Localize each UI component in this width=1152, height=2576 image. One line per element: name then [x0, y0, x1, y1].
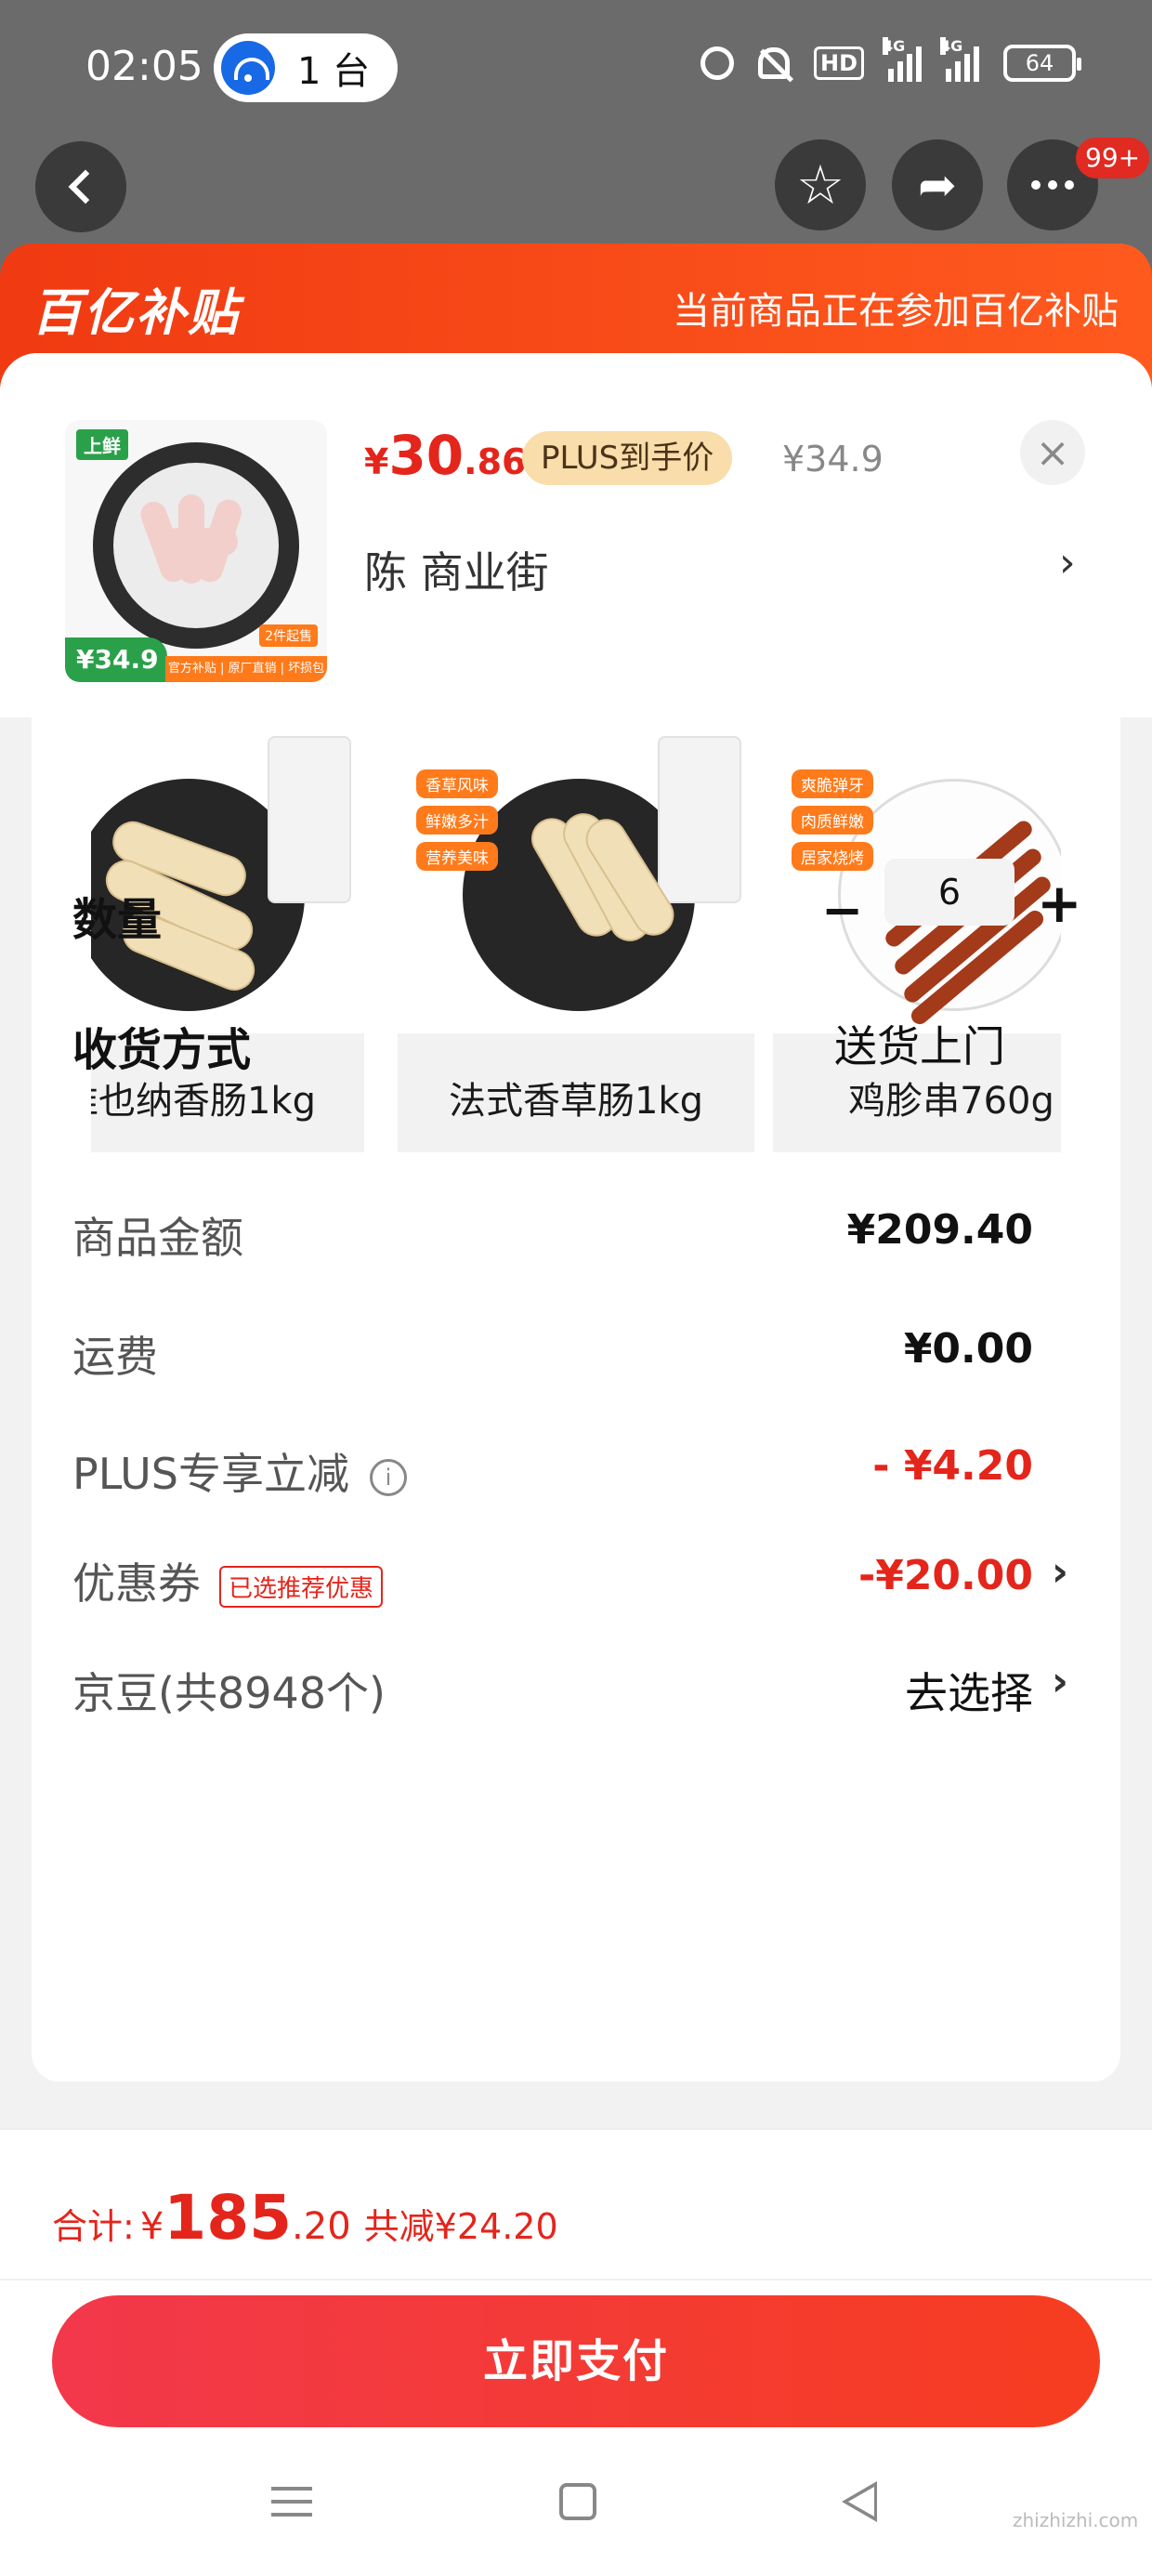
- product-thumbnail: 上鲜 2件起售 ¥34.9 官方补贴 | 原厂直销 | 坏损包退: [65, 420, 327, 682]
- price-summary-card: 商品金额 ¥209.40 运费 ¥0.00 PLUS专享立减 i - ¥4.20 …: [32, 1152, 1120, 2082]
- close-button[interactable]: ×: [1020, 420, 1085, 485]
- reco-card[interactable]: 维也纳香肠1kg: [91, 717, 364, 1182]
- delivery-method-value[interactable]: 送货上门: [834, 1013, 1005, 1074]
- order-total: 合计: ¥ 185 .20 共减¥24.20: [52, 2182, 558, 2254]
- star-icon: ☆: [796, 153, 844, 217]
- signal-icon: 4G: [883, 37, 922, 82]
- subsidy-logo: 百亿补贴: [32, 283, 240, 342]
- coupon-tag: 已选推荐优惠: [219, 1566, 384, 1608]
- chevron-right-icon[interactable]: ›: [1052, 1548, 1068, 1596]
- reco-card[interactable]: 香草风味 鲜嫩多汁 营养美味 法式香草肠1kg: [398, 717, 754, 1182]
- notification-badge: 99+: [1076, 138, 1150, 178]
- shipping-label: 运费: [72, 1332, 158, 1382]
- jd-beans-select[interactable]: 去选择: [905, 1660, 1033, 1721]
- original-price: ¥34.9: [782, 439, 884, 480]
- share-icon: ➦: [918, 158, 957, 212]
- battery-icon: 64: [1003, 45, 1081, 82]
- reco-product-name: 鸡胗串760g: [848, 1080, 1054, 1123]
- status-bar: 02:05 1 台 HD 4G 4G 64: [0, 0, 1152, 139]
- reco-product-image: [91, 717, 364, 1033]
- recommended-products[interactable]: 维也纳香肠1kg 香草风味 鲜嫩多汁 营养美味 法式香草肠1kg: [91, 717, 1061, 1182]
- device-count: 1 台: [297, 50, 371, 93]
- chevron-right-icon[interactable]: ›: [1059, 539, 1076, 586]
- chevron-right-icon[interactable]: ›: [1052, 1658, 1068, 1705]
- shipping-value: ¥0.00: [903, 1325, 1033, 1373]
- watermark: zhizhizhi.com: [1013, 2509, 1139, 2531]
- plus-discount-row: PLUS专享立减 i: [72, 1440, 407, 1502]
- thumb-brand-logo: 上鲜: [76, 429, 128, 460]
- quantity-label: 数量: [72, 894, 163, 946]
- thumb-min-order-tag: 2件起售: [259, 624, 318, 647]
- favorite-button[interactable]: ☆: [775, 139, 866, 230]
- back-button[interactable]: [35, 141, 126, 232]
- recent-apps-icon[interactable]: [271, 2487, 312, 2517]
- product-header: 上鲜 2件起售 ¥34.9 官方补贴 | 原厂直销 | 坏损包退 ¥ 30 .8…: [0, 353, 1152, 717]
- chicken-feet-image: [137, 491, 251, 595]
- back-triangle-icon[interactable]: [842, 2481, 877, 2522]
- goods-amount-label: 商品金额: [72, 1213, 243, 1263]
- quantity-input[interactable]: 6: [884, 859, 1015, 926]
- jd-beans-label: 京豆(共8948个): [72, 1668, 386, 1718]
- clock: 02:05: [85, 43, 203, 90]
- system-nav-bar: [0, 2453, 1152, 2565]
- goods-amount-value: ¥209.40: [846, 1206, 1033, 1254]
- product-price: ¥ 30 .86: [364, 424, 527, 487]
- subsidy-notice: 当前商品正在参加百亿补贴: [673, 290, 1119, 333]
- reco-card[interactable]: 爽脆弹牙 肉质鲜嫩 居家烧烤 鸡胗串760g: [773, 717, 1061, 1182]
- wifi-hotspot-icon: [221, 41, 275, 95]
- alarm-icon: [700, 46, 734, 80]
- plus-discount-label: PLUS专享立减: [72, 1449, 349, 1499]
- close-icon: ×: [1035, 428, 1070, 477]
- plus-price-tag: PLUS到手价: [522, 431, 733, 485]
- delivery-address[interactable]: 陈 商业街: [364, 539, 549, 600]
- increase-quantity-button[interactable]: +: [1037, 872, 1082, 935]
- share-button[interactable]: ➦: [892, 139, 983, 230]
- reco-badges: 香草风味 鲜嫩多汁 营养美味: [416, 769, 498, 871]
- divider: [0, 2279, 1152, 2280]
- coupon-value[interactable]: -¥20.00: [858, 1552, 1033, 1599]
- plus-discount-value: - ¥4.20: [872, 1442, 1033, 1490]
- decrease-quantity-button[interactable]: −: [821, 881, 863, 940]
- thumb-guarantee-strip: 官方补贴 | 原厂直销 | 坏损包退: [165, 656, 327, 682]
- reco-badges: 爽脆弹牙 肉质鲜嫩 居家烧烤: [792, 769, 873, 871]
- mute-icon: [757, 47, 790, 79]
- chevron-left-icon: [68, 169, 103, 204]
- thumb-price: ¥34.9: [65, 637, 167, 682]
- reco-product-name: 法式香草肠1kg: [448, 1080, 703, 1123]
- device-connection-pill[interactable]: 1 台: [214, 33, 398, 102]
- info-icon[interactable]: i: [369, 1458, 407, 1496]
- pay-now-button[interactable]: 立即支付: [52, 2295, 1100, 2427]
- reco-product-name: 维也纳香肠1kg: [91, 1080, 316, 1123]
- delivery-method-label: 收货方式: [72, 1024, 252, 1076]
- hd-icon: HD: [813, 46, 864, 80]
- total-saving: 共减¥24.20: [363, 2206, 558, 2247]
- status-icons: HD 4G 4G 64: [700, 37, 1081, 82]
- more-dots-icon: [1031, 180, 1074, 190]
- reco-product-image: 香草风味 鲜嫩多汁 营养美味: [398, 717, 754, 1033]
- coupon-row[interactable]: 优惠券 已选推荐优惠: [72, 1550, 384, 1611]
- signal-icon-2: 4G: [940, 37, 979, 82]
- coupon-label: 优惠券: [72, 1558, 201, 1609]
- home-icon[interactable]: [559, 2483, 596, 2520]
